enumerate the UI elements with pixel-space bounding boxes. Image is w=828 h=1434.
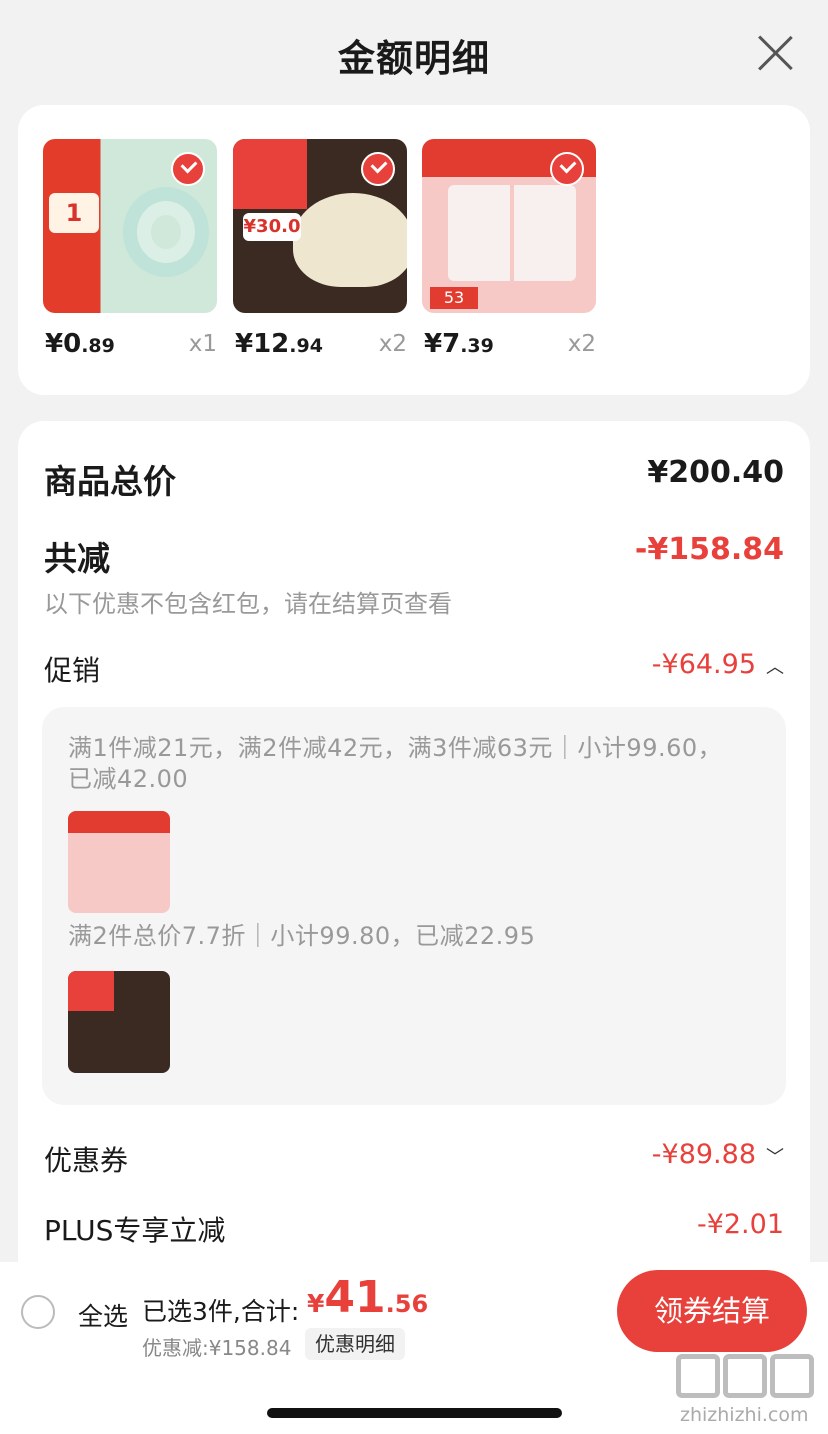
product-badge: ¥30.0	[243, 213, 301, 241]
total-value: ¥200.40	[647, 455, 784, 490]
coupon-label: 优惠券	[44, 1144, 129, 1177]
plus-label: PLUS专享立减	[44, 1214, 226, 1247]
check-icon[interactable]	[361, 152, 395, 186]
plus-value: -¥2.01	[696, 1209, 784, 1240]
watermark-logo	[676, 1354, 821, 1400]
promo-detail-box: 满1件减21元，满2件减42元，满3件减63元｜小计99.60，已减42.00 …	[42, 707, 786, 1105]
product-badge: 1	[49, 193, 99, 233]
checkout-button[interactable]: 领券结算	[617, 1270, 807, 1352]
promo-rule: 满2件总价7.7折｜小计99.80，已减22.95	[68, 922, 536, 950]
close-icon[interactable]	[756, 34, 794, 72]
select-all-radio[interactable]	[21, 1295, 55, 1329]
coupon-row[interactable]: 优惠券 -¥89.88 ﹀	[44, 1139, 784, 1179]
promo-label: 促销	[44, 654, 101, 687]
product-price: ¥7.39	[424, 329, 494, 359]
product-item[interactable]: 1 ¥0.89 x1	[43, 139, 217, 359]
plus-row: PLUS专享立减 -¥2.01	[44, 1209, 784, 1249]
product-badge: 53	[430, 287, 478, 309]
promo-value: -¥64.95 ︿	[651, 649, 784, 680]
watermark-text: zhizhizhi.com	[680, 1404, 809, 1426]
product-card: 1 ¥0.89 x1 ¥30.0 ¥12.94 x2 53 ¥7.39 x2	[18, 105, 810, 395]
reduce-row: 共减 -¥158.84	[44, 532, 784, 580]
chevron-up-icon: ︿	[766, 656, 784, 678]
sheet-title: 金额明细	[338, 37, 490, 80]
dumpling-shape	[293, 193, 407, 287]
image-header	[68, 811, 170, 833]
promo-row[interactable]: 促销 -¥64.95 ︿	[44, 649, 784, 689]
discount-summary: 优惠减:¥158.84	[142, 1336, 292, 1360]
total-label: 商品总价	[44, 462, 176, 501]
home-indicator[interactable]	[267, 1408, 562, 1418]
promo-rule: 满1件减21元，满2件减42元，满3件减63元｜小计99.60，已减42.00	[68, 734, 723, 793]
amount-detail-sheet: 金额明细 1 ¥0.89 x1 ¥30.0 ¥12.94 x2 53 ¥7.39…	[0, 0, 828, 1434]
promo-thumb-dumpling[interactable]	[68, 971, 170, 1073]
check-icon[interactable]	[171, 152, 205, 186]
discount-detail-button[interactable]: 优惠明细	[305, 1328, 405, 1360]
product-qty: x2	[378, 331, 407, 357]
product-qty: x2	[567, 331, 596, 357]
promo-thumb-tissue[interactable]	[68, 811, 170, 913]
total-amount: ¥41.56	[307, 1272, 429, 1323]
product-image-dumpling: ¥30.0	[233, 139, 407, 313]
check-icon[interactable]	[550, 152, 584, 186]
product-price: ¥12.94	[235, 329, 323, 359]
reduce-value: -¥158.84	[634, 532, 784, 567]
tissue-grid	[448, 185, 576, 281]
selected-count: 已选3件,合计:	[142, 1297, 300, 1326]
product-item[interactable]: ¥30.0 ¥12.94 x2	[233, 139, 407, 359]
chevron-down-icon: ﹀	[766, 1146, 784, 1168]
coupon-value: -¥89.88 ﹀	[651, 1139, 784, 1170]
product-image-tissue: 53	[422, 139, 596, 313]
tape-shape	[123, 187, 209, 277]
reduce-label: 共减	[44, 539, 110, 578]
product-image-tape: 1	[43, 139, 217, 313]
image-header	[233, 139, 307, 209]
product-item[interactable]: 53 ¥7.39 x2	[422, 139, 596, 359]
product-price: ¥0.89	[45, 329, 115, 359]
image-header	[68, 971, 114, 1011]
product-qty: x1	[188, 331, 217, 357]
total-row: 商品总价 ¥200.40	[44, 455, 784, 503]
reduce-note: 以下优惠不包含红包，请在结算页查看	[44, 590, 452, 618]
select-all-label[interactable]: 全选	[78, 1297, 128, 1333]
